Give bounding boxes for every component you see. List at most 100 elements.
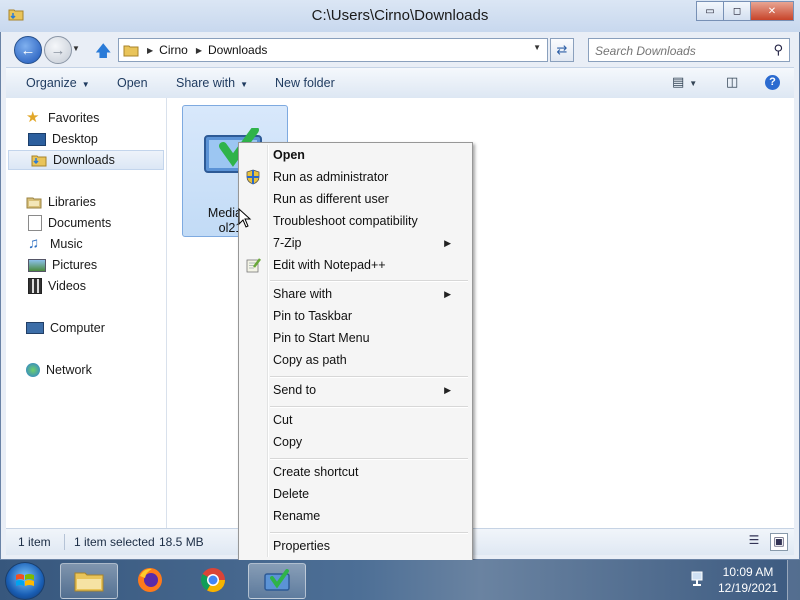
title-bar[interactable]: C:\Users\Cirno\Downloads ▭ ◻ ✕ [0, 0, 800, 32]
folder-icon [123, 45, 139, 56]
menu-item-edit-with-notepad-plus-plus[interactable]: Edit with Notepad++ [273, 255, 463, 275]
recent-pages-button[interactable]: ▼ [72, 44, 80, 53]
nav-videos-label: Videos [48, 279, 86, 293]
menu-separator [270, 280, 468, 282]
menu-item-pin-to-taskbar[interactable]: Pin to Taskbar [273, 306, 463, 326]
menu-item-cut[interactable]: Cut [273, 410, 463, 430]
nav-downloads[interactable]: Downloads [8, 150, 164, 170]
clock[interactable]: 10:09 AM 12/19/2021 [712, 564, 784, 596]
open-label: Open [117, 76, 148, 90]
breadcrumb-downloads[interactable]: Downloads [208, 43, 267, 57]
taskbar-firefox-button[interactable] [124, 563, 180, 597]
setup-app-icon [264, 569, 290, 591]
nav-pictures-label: Pictures [52, 258, 98, 272]
menu-item-send-to[interactable]: Send to ▶ [273, 380, 463, 400]
pictures-icon [28, 258, 46, 272]
nav-music[interactable]: ♫ Music [28, 234, 83, 254]
taskbar-media-creation-tool-button[interactable] [248, 563, 306, 599]
taskbar-chrome-button[interactable] [186, 563, 242, 597]
menu-item-share-with[interactable]: Share with ▶ [273, 284, 463, 304]
menu-item-run-as-different-user[interactable]: Run as different user [273, 189, 463, 209]
preview-pane-icon: ◫ [726, 74, 739, 89]
back-button[interactable]: ← [14, 36, 42, 64]
menu-separator [270, 532, 468, 534]
downloads-folder-icon [31, 155, 47, 167]
chevron-down-icon: ▼ [81, 80, 90, 89]
breadcrumb-cirno[interactable]: Cirno [159, 43, 188, 57]
menu-item-delete[interactable]: Delete [273, 484, 463, 504]
share-with-button[interactable]: Share with ▼ [176, 76, 248, 90]
arrow-up-icon: 🡅 [95, 43, 112, 60]
nav-desktop[interactable]: Desktop [28, 129, 98, 149]
menu-item-7zip[interactable]: 7-Zip ▶ [273, 233, 463, 253]
menu-item-copy-as-path[interactable]: Copy as path [273, 350, 463, 370]
menu-item-properties[interactable]: Properties [273, 536, 463, 556]
taskbar: 10:09 AM 12/19/2021 [0, 560, 800, 600]
chevron-down-icon: ▼ [72, 44, 80, 53]
forward-button[interactable]: → [44, 36, 72, 64]
nav-computer[interactable]: Computer [26, 318, 105, 338]
windows-logo-icon [16, 574, 34, 586]
help-icon[interactable]: ? [765, 75, 780, 90]
nav-favorites-label: Favorites [48, 111, 100, 125]
close-button[interactable]: ✕ [751, 1, 794, 21]
network-icon [26, 363, 40, 377]
organize-button[interactable]: Organize ▼ [26, 76, 90, 90]
chevron-right-icon[interactable]: ▶ [196, 46, 202, 55]
chevron-right-icon: ▶ [444, 289, 451, 299]
menu-item-rename[interactable]: Rename [273, 506, 463, 526]
nav-libraries[interactable]: Libraries [26, 192, 96, 212]
status-size: 18.5 MB [159, 535, 204, 549]
menu-item-open[interactable]: Open [273, 145, 463, 165]
open-button[interactable]: Open [117, 76, 148, 90]
window-title: C:\Users\Cirno\Downloads [311, 7, 489, 24]
show-desktop-button[interactable] [787, 560, 800, 600]
menu-item-copy[interactable]: Copy [273, 432, 463, 452]
address-bar[interactable]: ▶ Cirno ▶ Downloads ▼ [118, 38, 548, 62]
nav-videos[interactable]: Videos [28, 276, 86, 296]
taskbar-explorer-button[interactable] [60, 563, 118, 599]
notepad-plus-plus-icon [246, 258, 261, 273]
large-icons-view-icon[interactable]: ▣ [770, 533, 788, 551]
chevron-right-icon[interactable]: ▶ [147, 46, 153, 55]
explorer-folder-icon [74, 572, 104, 592]
videos-icon [28, 278, 42, 294]
new-folder-label: New folder [275, 76, 335, 90]
menu-item-run-as-administrator[interactable]: Run as administrator [273, 167, 463, 187]
menu-gutter [267, 145, 269, 557]
search-input[interactable] [593, 41, 765, 61]
nav-favorites[interactable]: ★ Favorites [26, 108, 99, 128]
documents-icon [28, 215, 42, 231]
details-view-icon[interactable]: ☰ [746, 533, 762, 549]
navigation-row: ← → ▼ 🡅 ▶ Cirno ▶ Downloads ▼ ⇄ ⚲ [0, 32, 800, 66]
change-view-button[interactable]: ▤ ▼ [672, 74, 697, 90]
organize-label: Organize [26, 76, 77, 90]
network-tray-icon[interactable] [690, 570, 708, 588]
up-button[interactable]: 🡅 [95, 40, 111, 67]
computer-icon [26, 322, 44, 334]
menu-item-troubleshoot-compatibility[interactable]: Troubleshoot compatibility [273, 211, 463, 231]
new-folder-button[interactable]: New folder [275, 76, 335, 90]
nav-network[interactable]: Network [26, 360, 92, 380]
nav-pictures[interactable]: Pictures [28, 255, 97, 275]
start-button[interactable] [5, 562, 45, 600]
music-icon: ♫ [28, 235, 40, 252]
firefox-icon [138, 568, 162, 592]
status-item-count: 1 item [18, 535, 51, 549]
minimize-button[interactable]: ▭ [696, 1, 724, 21]
search-icon[interactable]: ⚲ [773, 42, 783, 58]
nav-downloads-label: Downloads [53, 153, 115, 167]
refresh-button[interactable]: ⇄ [550, 38, 574, 62]
menu-item-create-shortcut[interactable]: Create shortcut [273, 462, 463, 482]
chevron-right-icon: ▶ [444, 385, 451, 395]
mouse-cursor-icon [238, 208, 252, 228]
menu-item-pin-to-start-menu[interactable]: Pin to Start Menu [273, 328, 463, 348]
preview-pane-button[interactable]: ◫ [726, 74, 738, 90]
search-box[interactable]: ⚲ [588, 38, 790, 62]
maximize-button[interactable]: ◻ [724, 1, 751, 21]
clock-time: 10:09 AM [722, 565, 774, 579]
chevron-down-icon[interactable]: ▼ [533, 43, 541, 52]
nav-documents[interactable]: Documents [28, 213, 111, 233]
clock-date: 12/19/2021 [717, 581, 779, 595]
refresh-icon: ⇄ [556, 42, 568, 57]
